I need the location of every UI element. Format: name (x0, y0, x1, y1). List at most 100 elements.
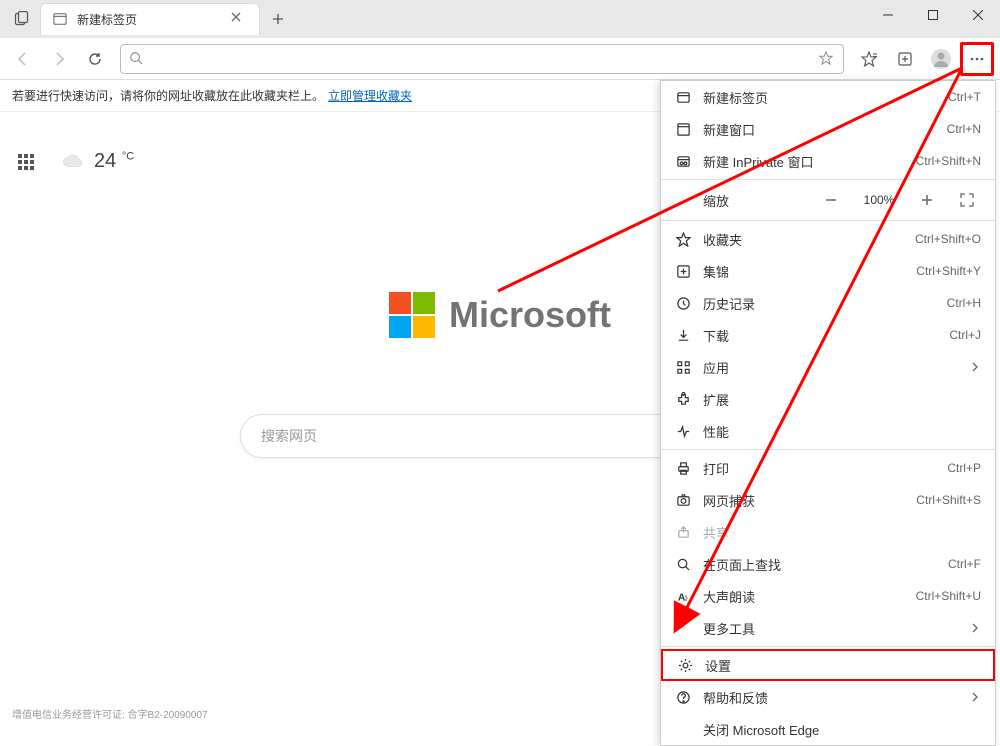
menu-separator (661, 646, 995, 647)
menu-item-label: 更多工具 (675, 619, 959, 638)
profile-button[interactable] (924, 42, 958, 76)
menu-zoom-label: 缩放 (675, 191, 805, 210)
star-icon (675, 231, 691, 247)
menu-item--[interactable]: A》大声朗读Ctrl+Shift+U (661, 580, 995, 612)
readaloud-icon: A》 (675, 588, 691, 604)
menu-item--[interactable]: 设置 (661, 649, 995, 681)
menu-item-label: 网页捕获 (703, 491, 904, 510)
ext-icon (675, 391, 691, 407)
favorites-button[interactable] (852, 42, 886, 76)
menu-separator (661, 179, 995, 180)
menu-item-label: 历史记录 (703, 294, 935, 313)
weather-widget[interactable]: 24 °C (62, 150, 134, 173)
menu-item-label: 下载 (703, 326, 937, 345)
apps-icon (675, 359, 691, 375)
new-tab-button[interactable] (264, 5, 292, 33)
menu-shortcut: Ctrl+H (947, 296, 981, 310)
addressbar[interactable] (120, 44, 844, 74)
zoom-level: 100% (857, 193, 901, 207)
share-icon (675, 524, 691, 540)
menu-item--[interactable]: 更多工具 (661, 612, 995, 644)
app-menu: 新建标签页Ctrl+T 新建窗口 Ctrl+N 新建 InPrivate 窗口Ctrl… (660, 80, 996, 746)
history-icon (675, 295, 691, 311)
menu-item--[interactable]: 应用 (661, 351, 995, 383)
menu-item--inprivate-[interactable]: 新建 InPrivate 窗口Ctrl+Shift+N (661, 145, 995, 177)
newtab-favicon-icon (53, 12, 69, 28)
menu-separator (661, 220, 995, 221)
zoom-out-button[interactable] (817, 186, 845, 214)
menu-item--[interactable]: 新建标签页Ctrl+T (661, 81, 995, 113)
temperature: 24 °C (94, 150, 134, 173)
find-icon (675, 556, 691, 572)
menu-item-label: 收藏夹 (703, 230, 903, 249)
refresh-button[interactable] (78, 42, 112, 76)
minimize-button[interactable] (865, 0, 910, 30)
back-button[interactable] (6, 42, 40, 76)
brand-text: Microsoft (449, 294, 611, 336)
close-tab-icon[interactable] (231, 12, 247, 28)
menu-item--[interactable]: 在页面上查找Ctrl+F (661, 548, 995, 580)
address-input[interactable] (151, 52, 819, 66)
menu-item--microsoft-edge[interactable]: 关闭 Microsoft Edge (661, 713, 995, 745)
menu-item--[interactable]: 历史记录 Ctrl+H (661, 287, 995, 319)
titlebar: 新建标签页 (0, 0, 1000, 38)
toolbar (0, 38, 1000, 80)
search-icon (129, 51, 145, 67)
menu-item-label: 性能 (703, 422, 981, 441)
favorite-star-icon[interactable] (819, 51, 835, 67)
manage-favorites-link[interactable]: 立即管理收藏夹 (328, 87, 412, 104)
maximize-button[interactable] (910, 0, 955, 30)
window-controls (865, 0, 1000, 38)
menu-shortcut: Ctrl+Shift+O (915, 232, 981, 246)
menu-item-label: 新建窗口 (703, 120, 935, 139)
tab-actions-icon[interactable] (8, 5, 36, 33)
menu-item--[interactable]: 新建窗口 Ctrl+N (661, 113, 995, 145)
zoom-in-button[interactable] (913, 186, 941, 214)
gear-icon (677, 657, 693, 673)
chevron-right-icon (971, 621, 981, 636)
menu-item--[interactable]: 帮助和反馈 (661, 681, 995, 713)
menu-shortcut: Ctrl+Shift+U (916, 589, 981, 603)
window-icon (675, 121, 691, 137)
apps-grid-icon[interactable] (18, 154, 34, 170)
menu-shortcut: Ctrl+N (947, 122, 981, 136)
menu-item--: 共享 (661, 516, 995, 548)
menu-item-label: 设置 (705, 656, 979, 675)
menu-shortcut: Ctrl+Shift+N (916, 154, 981, 168)
menu-item--[interactable]: 集锦 Ctrl+Shift+Y (661, 255, 995, 287)
menu-item-label: 扩展 (703, 390, 981, 409)
perf-icon (675, 423, 691, 439)
menu-shortcut: Ctrl+Shift+S (916, 493, 981, 507)
menu-item-label: 打印 (703, 459, 935, 478)
chevron-right-icon (971, 360, 981, 375)
browser-tab[interactable]: 新建标签页 (40, 3, 260, 35)
cloud-icon (62, 151, 84, 173)
menu-shortcut: Ctrl+J (949, 328, 981, 342)
menu-item--[interactable]: 打印Ctrl+P (661, 452, 995, 484)
svg-text:》: 》 (684, 594, 691, 602)
microsoft-logo-icon (389, 292, 435, 338)
menu-item--[interactable]: 下载 Ctrl+J (661, 319, 995, 351)
menu-item--[interactable]: 收藏夹 Ctrl+Shift+O (661, 223, 995, 255)
tab-title: 新建标签页 (77, 11, 223, 28)
close-window-button[interactable] (955, 0, 1000, 30)
collections-button[interactable] (888, 42, 922, 76)
menu-item-label: 关闭 Microsoft Edge (675, 720, 981, 739)
download-icon (675, 327, 691, 343)
forward-button[interactable] (42, 42, 76, 76)
widget-row: 24 °C (18, 150, 134, 173)
menu-shortcut: Ctrl+T (948, 90, 981, 104)
menu-item--[interactable]: 扩展 (661, 383, 995, 415)
inprivate-icon (675, 153, 691, 169)
menu-item-label: 帮助和反馈 (703, 688, 959, 707)
capture-icon (675, 492, 691, 508)
menu-item--[interactable]: 网页捕获 Ctrl+Shift+S (661, 484, 995, 516)
fullscreen-button[interactable] (953, 186, 981, 214)
menu-item--[interactable]: 性能 (661, 415, 995, 447)
menu-shortcut: Ctrl+Shift+Y (916, 264, 981, 278)
menu-item-label: 集锦 (703, 262, 904, 281)
brand-logo: Microsoft (389, 292, 611, 338)
more-menu-button[interactable] (960, 42, 994, 76)
menu-shortcut: Ctrl+F (948, 557, 981, 571)
search-placeholder: 搜索网页 (261, 426, 721, 446)
